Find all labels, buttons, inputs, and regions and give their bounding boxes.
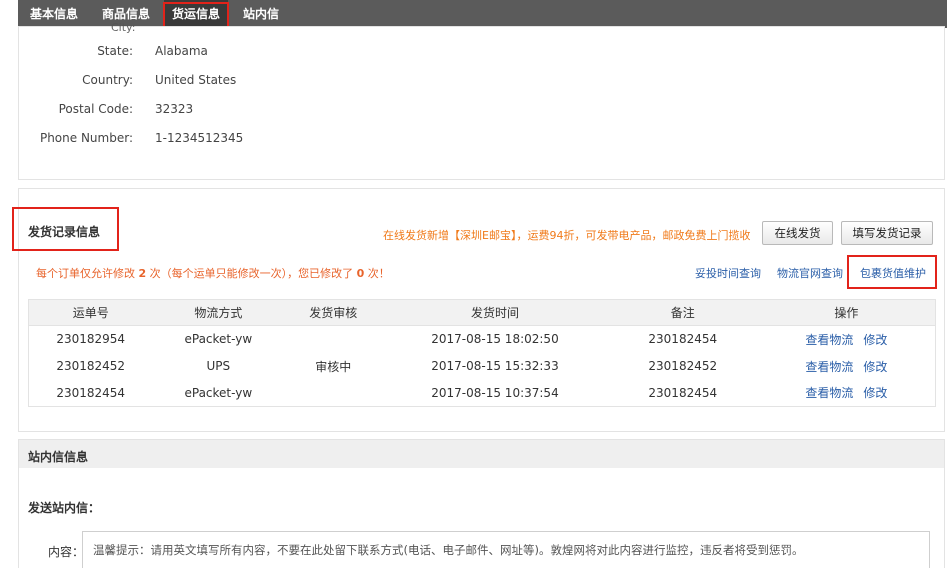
view-logistics-link[interactable]: 查看物流	[805, 333, 853, 347]
review-status	[284, 326, 382, 353]
postal-code-label: Postal Code:	[58, 102, 133, 116]
carrier-website-query-link[interactable]: 物流官网查询	[777, 265, 843, 281]
tracking-number: 230182954	[56, 332, 126, 347]
column-header-review: 发货审核	[284, 299, 383, 326]
phone-value: 1-1234512345	[155, 131, 244, 145]
notice-text: 次！	[364, 267, 390, 280]
shipping-method: ePacket-yw	[184, 332, 253, 347]
message-hint-text: 温馨提示：请用英文填写所有内容，不要在此处留下联系方式(电话、电子邮件、网址等)…	[93, 543, 804, 557]
messages-section-header: 站内信信息	[18, 439, 945, 469]
table-row: 230182954 ePacket-yw 2017-08-15 18:02:50…	[29, 326, 936, 353]
notice-text: 次（每个运单只能修改一次），您已修改了	[146, 267, 357, 280]
shipment-section-title: 发货记录信息	[28, 225, 101, 239]
tracking-number: 230182452	[56, 359, 126, 373]
actions-cell: 查看物流 修改	[758, 326, 936, 353]
table-header-row: 运单号 物流方式 发货审核 发货时间 备注 操作	[28, 299, 936, 326]
country-value: United States	[155, 73, 237, 87]
message-content-input[interactable]: 温馨提示：请用英文填写所有内容，不要在此处留下联系方式(电话、电子邮件、网址等)…	[82, 531, 930, 568]
actions-cell: 查看物流 修改	[758, 380, 936, 407]
actions-cell: 查看物流 修改	[758, 353, 936, 380]
notice-text: 每个订单仅允许修改	[36, 267, 139, 280]
allowed-count: 2	[138, 267, 147, 280]
column-header-actions: 操作	[757, 299, 936, 326]
note: 230182454	[648, 332, 718, 347]
city-label-partial: City:	[111, 21, 136, 34]
tab-basic-info[interactable]: 基本信息	[30, 0, 78, 28]
shipment-table: 运单号 物流方式 发货审核 发货时间 备注 操作 230182954 ePack…	[28, 299, 936, 407]
send-message-title: 发送站内信：	[28, 501, 101, 515]
column-header-time: 发货时间	[382, 299, 608, 326]
column-header-tracking: 运单号	[28, 299, 153, 326]
postal-code-value: 32323	[155, 102, 194, 116]
tab-site-messages[interactable]: 站内信	[243, 0, 279, 28]
phone-label: Phone Number:	[39, 131, 133, 145]
modification-notice: 每个订单仅允许修改 2 次（每个运单只能修改一次），您已修改了 0 次！	[36, 265, 390, 281]
note: 230182452	[648, 359, 718, 373]
state-label: State:	[97, 44, 133, 58]
content-label: 内容：	[48, 545, 85, 559]
ship-time: 2017-08-15 15:32:33	[431, 359, 559, 373]
column-header-note: 备注	[607, 299, 758, 326]
fill-shipment-record-button[interactable]: 填写发货记录	[841, 221, 933, 245]
ship-time: 2017-08-15 18:02:50	[431, 332, 559, 347]
view-logistics-link[interactable]: 查看物流	[805, 360, 853, 374]
state-value: Alabama	[155, 44, 208, 58]
messages-section-title: 站内信信息	[28, 450, 89, 464]
tab-shipping-info[interactable]: 货运信息	[164, 0, 229, 28]
tab-label: 货运信息	[172, 7, 221, 21]
tab-bar: 基本信息 商品信息 货运信息 站内信	[18, 0, 947, 28]
delivery-time-query-link[interactable]: 妥投时间查询	[695, 265, 761, 281]
review-status: 审核中	[315, 359, 352, 374]
review-status	[284, 380, 382, 407]
tracking-number: 230182454	[56, 385, 126, 400]
shipping-method: UPS	[206, 359, 231, 373]
address-panel: City: State: Alabama Country: United Sta…	[18, 21, 945, 180]
table-row: 230182452 UPS 审核中 2017-08-15 15:32:33 23…	[29, 353, 936, 380]
column-header-method: 物流方式	[152, 299, 285, 326]
promo-link[interactable]: 在线发货新增【深圳E邮宝】，运费94折，可发带电产品，邮政免费上门揽收	[383, 227, 750, 243]
table-row: 230182454 ePacket-yw 2017-08-15 10:37:54…	[29, 380, 936, 407]
edit-link[interactable]: 修改	[863, 386, 887, 400]
country-label: Country:	[82, 73, 133, 87]
tab-label: 基本信息	[30, 7, 79, 21]
tab-label: 站内信	[243, 7, 280, 21]
note: 230182454	[648, 385, 718, 400]
online-ship-button[interactable]: 在线发货	[762, 221, 833, 245]
parcel-value-maintenance-link[interactable]: 包裹货值维护	[860, 265, 926, 281]
ship-time: 2017-08-15 10:37:54	[431, 385, 559, 400]
edit-link[interactable]: 修改	[863, 333, 887, 347]
shipping-method: ePacket-yw	[184, 385, 253, 400]
edit-link[interactable]: 修改	[863, 360, 887, 374]
view-logistics-link[interactable]: 查看物流	[805, 386, 853, 400]
